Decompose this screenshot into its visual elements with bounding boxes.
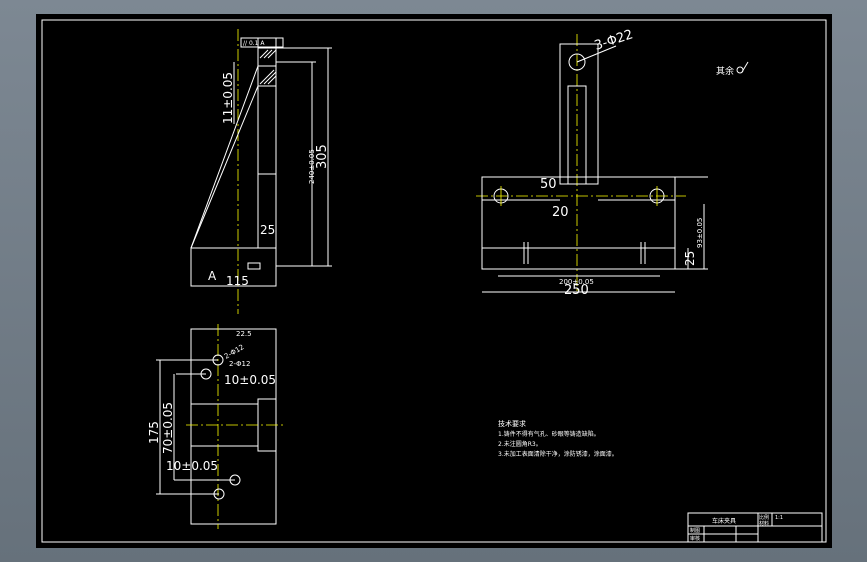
front-dim-20: 20 (552, 205, 569, 220)
title-block: 车床夹具 比例 材料 1:1 制图 审核 (687, 512, 823, 543)
surface-finish-note: 其余 (716, 65, 734, 77)
scale-value: 1:1 (775, 515, 783, 521)
side-dim-inner: 240±0.05 (308, 149, 316, 184)
front-dim-post: 50 (540, 177, 557, 192)
side-dim-width: 115 (226, 274, 249, 288)
tech-notes-title: 技术要求 (498, 419, 526, 428)
plan-hole-callout: 2-Φ12 (223, 343, 246, 361)
plan-dim-total: 175 (147, 421, 161, 444)
drawing-sheet: // 0.1 A 305 240±0.05 11±0.05 25 115 A 2… (36, 14, 832, 548)
side-dim-base: 25 (260, 223, 275, 237)
section-hatch (259, 49, 277, 85)
side-dim-height: 305 (315, 144, 330, 169)
side-dim-tol: 11±0.05 (221, 72, 235, 124)
part-name: 车床夹具 (712, 517, 736, 525)
plan-view: 22.5 2-Φ12 2-Φ12 10±0.05 175 70±0.05 10±… (147, 324, 286, 529)
plan-dim-offset-top: 10±0.05 (224, 373, 276, 387)
drawing-canvas: // 0.1 A 305 240±0.05 11±0.05 25 115 A 2… (41, 19, 827, 543)
plan-hole-callout2: 2-Φ12 (229, 360, 250, 368)
checked-label: 审核 (690, 535, 700, 542)
front-dim-width: 250 (564, 283, 589, 298)
front-dim-height: 93±0.05 (696, 218, 704, 248)
drawn-label: 制图 (690, 527, 700, 534)
callout-a: A (208, 269, 217, 283)
side-view: // 0.1 A 305 240±0.05 11±0.05 25 115 A (190, 29, 332, 314)
front-view: 3-Φ22 50 20 200±0.05 250 93±0.05 25 (476, 27, 708, 298)
plan-dim-offset-bottom: 10±0.05 (166, 459, 218, 473)
surface-finish-icon (736, 66, 744, 74)
plan-dim-inner: 70±0.05 (161, 402, 175, 454)
tech-note-3: 3.未加工表面清除干净，涂防锈漆，涂面漆。 (498, 450, 618, 458)
material-label: 材料 (759, 520, 769, 527)
front-dim-base: 25 (683, 251, 697, 266)
cad-viewport: // 0.1 A 305 240±0.05 11±0.05 25 115 A 2… (0, 0, 867, 562)
scale-label: 比例 (759, 514, 769, 521)
front-hole-callout: 3-Φ22 (593, 27, 635, 54)
technical-requirements: 技术要求 1.铸件不得有气孔、砂眼等铸造缺陷。 2.未注圆角R3。 3.未加工表… (498, 419, 618, 458)
tech-note-2: 2.未注圆角R3。 (498, 440, 542, 448)
tech-note-1: 1.铸件不得有气孔、砂眼等铸造缺陷。 (498, 430, 600, 438)
plan-dim-top: 22.5 (236, 330, 252, 338)
gdt-label: // 0.1 A (243, 40, 265, 47)
